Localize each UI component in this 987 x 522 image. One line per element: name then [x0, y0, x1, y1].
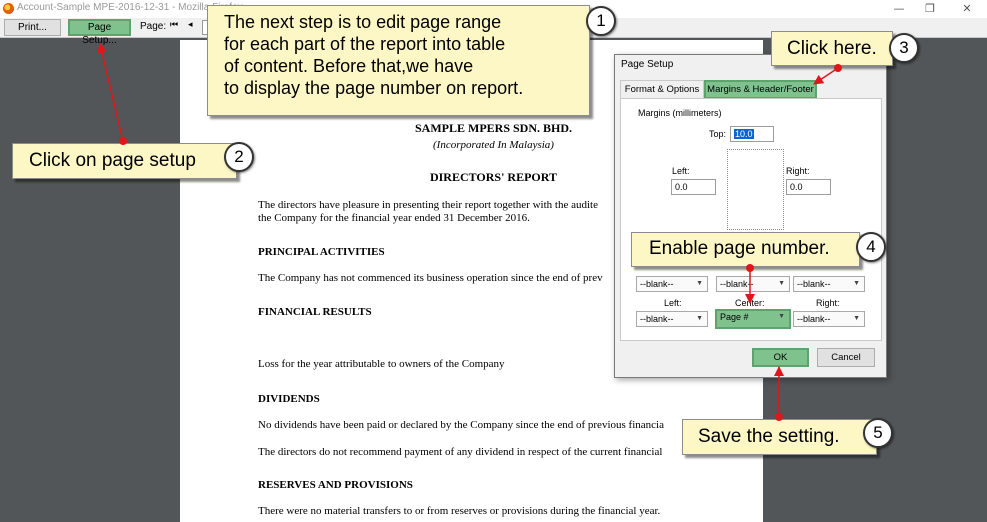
financial-heading: FINANCIAL RESULTS: [258, 306, 372, 318]
footer-left-label: Left:: [664, 298, 682, 308]
header-center-select[interactable]: --blank-- ▼: [716, 276, 790, 292]
step-4-badge: 4: [856, 232, 886, 262]
right-margin-input[interactable]: 0.0: [786, 179, 831, 195]
ok-button[interactable]: OK: [752, 348, 809, 367]
callout-step-4: Enable page number.: [631, 232, 860, 267]
callout-step-5: Save the setting.: [682, 419, 877, 455]
callout-step-2-text: Click on page setup: [29, 150, 196, 171]
step-2-badge: 2: [224, 142, 254, 172]
header-right-select[interactable]: --blank-- ▼: [793, 276, 865, 292]
footer-left-select[interactable]: --blank-- ▼: [636, 311, 708, 327]
loss-text: Loss for the year attributable to owners…: [258, 358, 505, 370]
callout-step-4-text: Enable page number.: [649, 238, 830, 259]
callout-step-1: The next step is to edit page range for …: [207, 5, 590, 116]
callout-step-3: Click here.: [771, 31, 893, 66]
principal-text: The Company has not commenced its busine…: [258, 272, 603, 284]
left-margin-label: Left:: [672, 166, 690, 176]
margins-tab-panel: Margins (millimeters) Top: 10.0 Left: 0.…: [620, 98, 882, 341]
top-margin-label: Top:: [709, 129, 727, 139]
step-1-badge: 1: [586, 6, 616, 36]
callout-step-1-line: for each part of the report into table: [224, 34, 506, 54]
callout-step-1-line: The next step is to edit page range: [224, 12, 502, 32]
firefox-icon: [3, 3, 14, 14]
tab-format-options[interactable]: Format & Options: [620, 80, 704, 99]
page-label: Page:: [140, 21, 167, 32]
footer-center-select[interactable]: Page # ▼: [715, 309, 791, 329]
dividends-text-2: The directors do not recommend payment o…: [258, 446, 663, 458]
callout-step-2: Click on page setup: [12, 143, 237, 179]
cancel-button[interactable]: Cancel: [817, 348, 875, 367]
minimize-icon[interactable]: —: [887, 1, 911, 17]
left-margin-input[interactable]: 0.0: [671, 179, 716, 195]
dividends-heading: DIVIDENDS: [258, 393, 320, 405]
page-setup-button[interactable]: Page Setup...: [68, 19, 131, 46]
first-page-icon[interactable]: ⏮: [170, 20, 178, 30]
restore-icon[interactable]: ❐: [918, 1, 942, 17]
footer-center-label: Center:: [735, 298, 765, 308]
step-3-badge: 3: [889, 33, 919, 63]
intro-text-line2: the Company for the financial year ended…: [258, 212, 530, 224]
page-setup-dialog: Page Setup Format & Options Margins & He…: [614, 54, 887, 378]
callout-step-5-text: Save the setting.: [698, 426, 840, 447]
dividends-text-1: No dividends have been paid or declared …: [258, 419, 664, 431]
principal-heading: PRINCIPAL ACTIVITIES: [258, 246, 385, 258]
callout-step-3-text: Click here.: [787, 38, 877, 59]
right-margin-label: Right:: [786, 166, 810, 176]
margin-preview: [727, 149, 784, 230]
top-margin-input[interactable]: 10.0: [730, 126, 774, 142]
reserves-heading: RESERVES AND PROVISIONS: [258, 479, 413, 491]
tab-margins-header-footer[interactable]: Margins & Header/Footer: [704, 80, 817, 99]
callout-step-1-line: to display the page number on report.: [224, 78, 524, 98]
step-5-badge: 5: [863, 418, 893, 448]
header-left-select[interactable]: --blank-- ▼: [636, 276, 708, 292]
footer-right-select[interactable]: --blank-- ▼: [793, 311, 865, 327]
margins-label: Margins (millimeters): [638, 108, 722, 118]
prev-page-icon[interactable]: ◂: [188, 20, 193, 30]
arrow-to-page-setup: [97, 43, 127, 145]
footer-right-label: Right:: [816, 298, 840, 308]
print-button[interactable]: Print...: [4, 19, 61, 36]
reserves-text: There were no material transfers to or f…: [258, 505, 661, 517]
close-icon[interactable]: ✕: [955, 1, 979, 17]
dialog-title: Page Setup: [621, 59, 674, 70]
callout-step-1-line: of content. Before that,we have: [224, 56, 474, 76]
intro-text-line1: The directors have pleasure in presentin…: [258, 199, 598, 211]
